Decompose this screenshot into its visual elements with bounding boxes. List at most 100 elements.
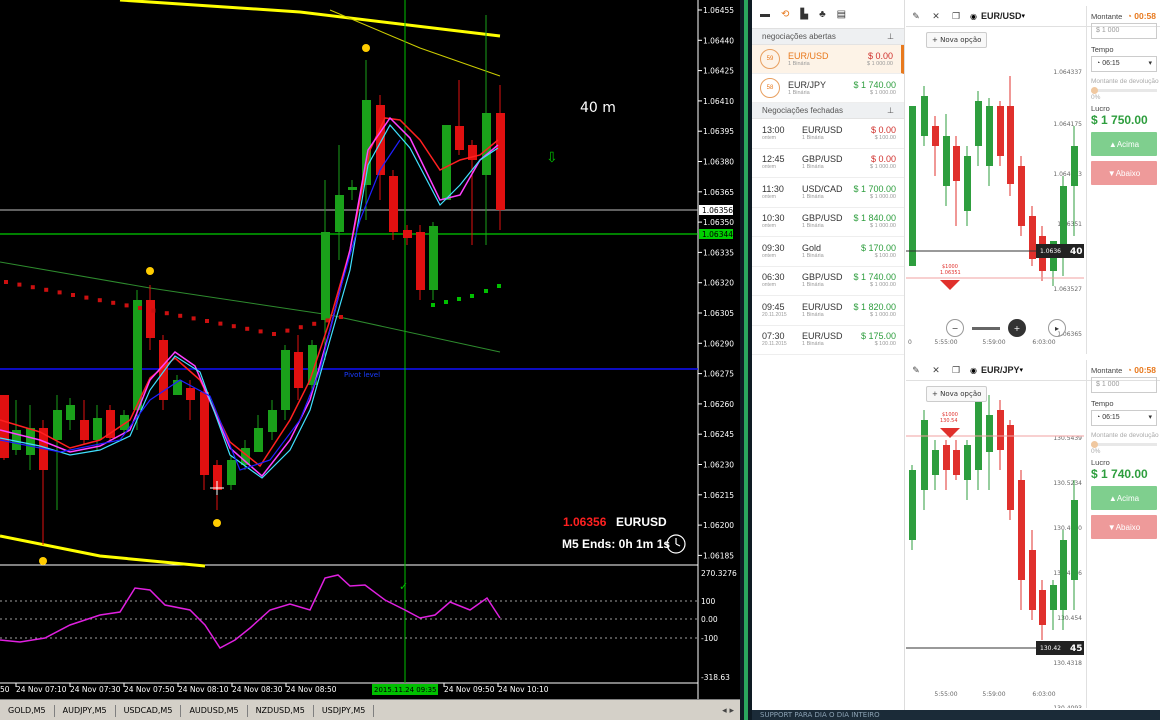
closed-trade-row[interactable]: 10:30 ontem GBP/USD 1 Binária $ 1 840.00 $ 1 …	[752, 208, 904, 237]
candle-body	[66, 405, 75, 420]
copy-icon[interactable]: ❐	[946, 11, 966, 22]
closed-trade-row[interactable]: 11:30 ontem USD/CAD 1 Binária $ 1 700.00 $ 1 …	[752, 178, 904, 208]
closed-trade-row[interactable]: 09:45 20.11.2015 EUR/USD 1 Binária $ 1 820.0…	[752, 296, 904, 326]
history-icon[interactable]: ⟲	[781, 9, 789, 20]
candle-body	[997, 410, 1004, 450]
new-option-button[interactable]: + Nova opção	[926, 386, 988, 402]
people-icon[interactable]: ♣	[819, 9, 826, 20]
mini-chart[interactable]: 1.0643371.0641751.0640131.063511.0636891…	[906, 26, 1084, 354]
price-chart[interactable]: Pivot level 40 m ⇩ 1.06356 EURUSD M5 End…	[0, 0, 740, 699]
news-icon[interactable]: ▤	[837, 9, 846, 20]
close-icon[interactable]: ✕	[926, 365, 946, 376]
candle-body	[389, 176, 398, 232]
trade-stake: $ 1 000.00	[870, 164, 896, 171]
trend-down-icon: ▼	[1107, 168, 1116, 178]
put-button[interactable]: ▼ Abaixo	[1091, 161, 1157, 185]
trade-time-block: 10:30 ontem	[752, 213, 798, 230]
time-tick-label: 24 Nov 07:30	[70, 685, 121, 694]
trend-dot-red	[111, 300, 116, 305]
mini-chart[interactable]: 130.5439130.5234130.4980130.4766130.4541…	[906, 380, 1084, 712]
trade-asset: EUR/USD	[788, 50, 829, 61]
binary-options-platform: ▬ ⟲ ▙ ♣ ▤ negociações abertas ⊥ 59 EUR/US…	[752, 0, 1160, 712]
trade-asset: Gold	[802, 242, 822, 253]
new-option-button[interactable]: + Nova opção	[926, 32, 988, 48]
trend-dot-red	[57, 290, 62, 295]
price-tick-label: 1.06380	[703, 158, 734, 167]
trade-value-block: $ 1 740.00 $ 1 000.00	[853, 272, 896, 289]
closed-trade-row[interactable]: 13:00 ontem EUR/USD 1 Binária $ 0.00 $ 100.00	[752, 119, 904, 149]
trend-dot-red	[124, 303, 129, 308]
candle-body	[932, 126, 939, 146]
trade-time-block: 11:30 ontem	[752, 184, 798, 201]
closed-trade-row[interactable]: 12:45 ontem GBP/USD 1 Binária $ 0.00 $ 1 000.…	[752, 149, 904, 178]
trade-payout: $ 1 700.00	[853, 183, 896, 194]
put-button[interactable]: ▼ Abaixo	[1091, 515, 1157, 539]
trade-value-block: $ 0.00 $ 1 000.00	[870, 154, 896, 171]
menu-icon[interactable]: ▬	[760, 9, 770, 20]
trade-payout: $ 1 740.00	[853, 272, 896, 283]
symbol-tab[interactable]: USDCAD,M5	[116, 704, 182, 717]
chart-icon[interactable]: ▙	[800, 9, 808, 20]
closed-trade-row[interactable]: 07:30 20.11.2015 EUR/USD 1 Binária $ 175.00 $…	[752, 326, 904, 355]
price-tag-value: 1.0636	[1040, 248, 1061, 255]
fractal-dot	[39, 557, 47, 565]
open-trades-header: negociações abertas ⊥	[752, 29, 904, 45]
return-slider[interactable]	[1091, 441, 1157, 448]
time-tick-label: 24 Nov 09:50	[444, 685, 495, 694]
candle-body	[442, 125, 451, 200]
amount-input[interactable]: $ 1 000	[1091, 23, 1157, 39]
zoom-in-icon[interactable]: +	[1008, 319, 1026, 337]
candle-body	[0, 395, 9, 458]
pencil-icon[interactable]: ✎	[906, 365, 926, 376]
return-slider[interactable]	[1091, 87, 1157, 94]
symbol-tab[interactable]: USDJPY,M5	[314, 704, 375, 717]
expiry-value: 06:15	[1102, 414, 1120, 421]
symbol-tab[interactable]: AUDJPY,M5	[55, 704, 116, 717]
pin-icon[interactable]: ⊥	[887, 32, 894, 41]
crosshair-time: 2015.11.24 09:35	[374, 686, 436, 694]
price-chart[interactable]: 130.5439 130.5234 130.4980 130.4766 130.454 1…	[906, 380, 1084, 712]
price-chart[interactable]: 1.0643371.0641751.0640131.063511.0636891…	[906, 26, 1084, 354]
tab-scroll-arrows[interactable]: ◂ ▸	[722, 706, 734, 716]
chevron-down-icon[interactable]: ▾	[1020, 366, 1024, 374]
closed-trade-row[interactable]: 06:30 ontem GBP/USD 1 Binária $ 1 740.00 $ 1 …	[752, 267, 904, 296]
chevron-down-icon[interactable]: ▾	[1022, 12, 1026, 20]
slider-knob[interactable]	[1091, 87, 1098, 94]
trade-type: 1 Binária	[788, 89, 810, 96]
trade-asset-block: USD/CAD 1 Binária	[802, 184, 843, 201]
amount-input[interactable]: $ 1 000	[1091, 377, 1157, 393]
zoom-out-icon[interactable]: −	[946, 319, 964, 337]
trade-time-block: 09:30 ontem	[752, 243, 798, 260]
price-tick-label: 1.06425	[703, 67, 734, 76]
call-button[interactable]: ▲ Acima	[1091, 132, 1157, 156]
metatrader-chart-window[interactable]: Pivot level 40 m ⇩ 1.06356 EURUSD M5 End…	[0, 0, 740, 720]
zoom-slider[interactable]	[972, 326, 1000, 330]
open-trade-row[interactable]: 59 EUR/USD 1 Binária $ 0.00 $ 1 000.00	[752, 45, 904, 74]
closed-trade-row[interactable]: 09:30 ontem Gold 1 Binária $ 170.00 $ 100.00	[752, 237, 904, 267]
trade-type: 1 Binária	[802, 134, 824, 141]
window-divider	[740, 0, 752, 720]
slider-knob[interactable]	[1091, 441, 1098, 448]
candle-body	[254, 428, 263, 452]
symbol-tab[interactable]: NZDUSD,M5	[248, 704, 314, 717]
symbol-tab[interactable]: AUDUSD,M5	[181, 704, 248, 717]
trade-asset: GBP/USD	[802, 154, 843, 165]
pin-icon[interactable]: ⊥	[887, 106, 894, 115]
asset-selector[interactable]: EUR/USD	[981, 11, 1022, 21]
candle-body	[321, 232, 330, 320]
candle-body	[80, 420, 89, 440]
sidebar-toolbar: ▬ ⟲ ▙ ♣ ▤	[752, 0, 904, 29]
open-trade-row[interactable]: 58 EUR/JPY 1 Binária $ 1 740.00 $ 1 000.00	[752, 74, 904, 103]
close-icon[interactable]: ✕	[926, 11, 946, 22]
trend-dot-red	[71, 293, 75, 297]
expiry-select[interactable]: ◔ 06:15 ▾	[1091, 56, 1157, 72]
play-icon[interactable]: ▸	[1048, 319, 1066, 337]
pencil-icon[interactable]: ✎	[906, 11, 926, 22]
symbol-tab[interactable]: GOLD,M5	[0, 704, 55, 717]
copy-icon[interactable]: ❐	[946, 365, 966, 376]
asset-selector[interactable]: EUR/JPY	[981, 365, 1020, 375]
expiry-select[interactable]: ◔ 06:15 ▾	[1091, 410, 1157, 426]
trade-asset: GBP/USD	[802, 213, 843, 224]
call-button[interactable]: ▲ Acima	[1091, 486, 1157, 510]
trade-value-block: $ 0.00 $ 1 000.00	[867, 51, 893, 68]
